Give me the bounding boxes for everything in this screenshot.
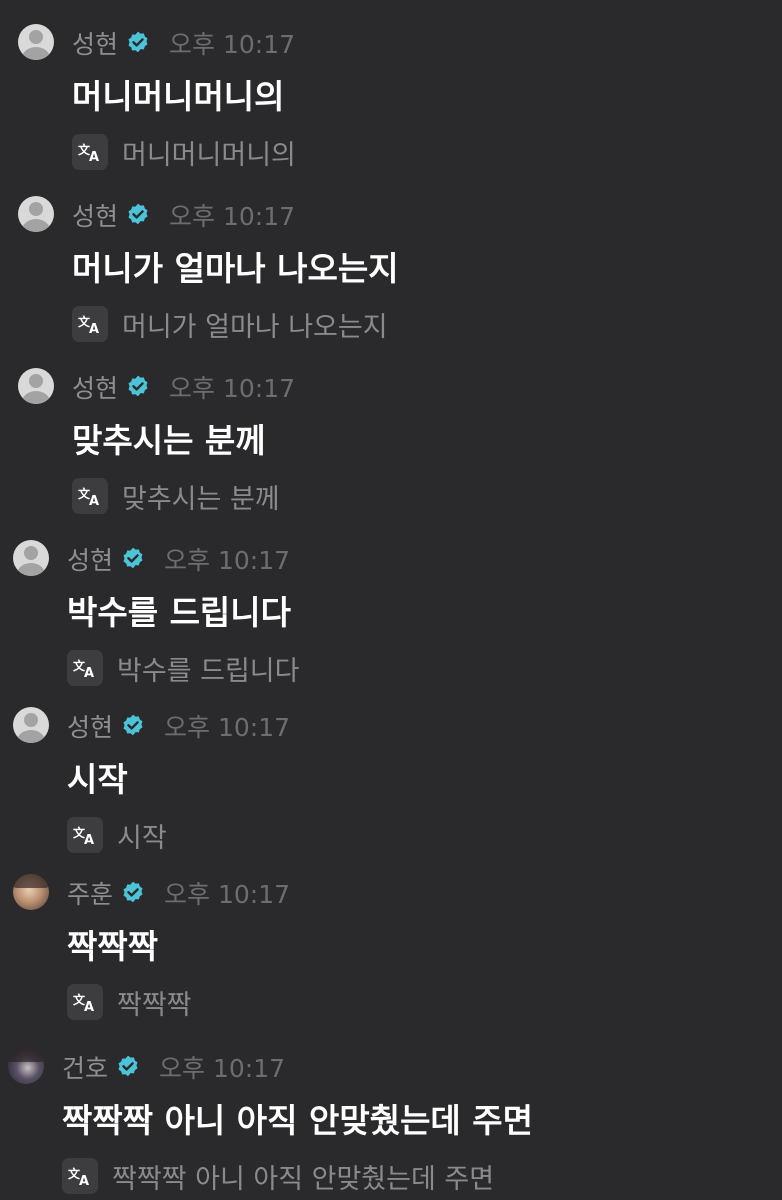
user-avatar[interactable]	[18, 24, 54, 60]
message-header: 성현 오후 10:17	[72, 26, 295, 60]
translated-text: 맞추시는 분께	[122, 483, 280, 515]
sender-name[interactable]: 건호	[62, 1049, 108, 1085]
verified-badge-icon	[118, 1055, 138, 1077]
translated-text: 짝짝짝	[117, 989, 192, 1021]
translated-text: 시작	[117, 822, 167, 854]
translation-row: 文A 짝짝짝 아니 아직 안맞췄는데 주면	[62, 1156, 494, 1196]
message-header: 성현 오후 10:17	[67, 709, 290, 743]
chat-message: 건호 오후 10:17 짝짝짝 아니 아직 안맞췄는데 주면 文A 짝짝짝 아니…	[0, 1044, 772, 1196]
user-avatar[interactable]	[18, 368, 54, 404]
sender-name[interactable]: 성현	[67, 541, 113, 577]
translation-row: 文A 머니가 얼마나 나오는지	[72, 304, 388, 344]
message-timestamp: 오후 10:17	[169, 202, 296, 231]
message-timestamp: 오후 10:17	[169, 30, 296, 59]
svg-text:A: A	[79, 1174, 89, 1187]
message-header: 성현 오후 10:17	[67, 542, 290, 576]
message-text: 머니머니머니의	[72, 77, 285, 116]
message-header: 성현 오후 10:17	[72, 198, 295, 232]
translate-icon[interactable]: 文A	[72, 134, 108, 170]
translate-icon[interactable]: 文A	[72, 306, 108, 342]
user-avatar[interactable]	[13, 540, 49, 576]
svg-text:A: A	[84, 833, 94, 846]
user-avatar[interactable]	[13, 874, 49, 910]
translated-text: 박수를 드립니다	[117, 655, 300, 687]
chat-message: 성현 오후 10:17 박수를 드립니다 文A 박수를 드립니다	[0, 536, 777, 688]
message-text: 머니가 얼마나 나오는지	[72, 249, 399, 288]
message-text: 짝짝짝 아니 아직 안맞췄는데 주면	[62, 1101, 533, 1140]
message-text: 박수를 드립니다	[67, 593, 292, 632]
verified-badge-icon	[128, 375, 148, 397]
verified-badge-icon	[128, 203, 148, 225]
translation-row: 文A 시작	[67, 815, 167, 855]
translate-icon[interactable]: 文A	[67, 650, 103, 686]
chat-message: 성현 오후 10:17 머니가 얼마나 나오는지 文A 머니가 얼마나 나오는지	[0, 192, 782, 344]
message-text: 시작	[67, 760, 128, 799]
svg-text:A: A	[84, 666, 94, 679]
sender-name[interactable]: 주훈	[67, 875, 113, 911]
verified-badge-icon	[123, 714, 143, 736]
verified-badge-icon	[123, 881, 143, 903]
verified-badge-icon	[123, 547, 143, 569]
translate-icon[interactable]: 文A	[67, 817, 103, 853]
translated-text: 머니가 얼마나 나오는지	[122, 311, 388, 343]
translation-row: 文A 머니머니머니의	[72, 132, 296, 172]
svg-text:A: A	[89, 150, 99, 163]
translated-text: 짝짝짝 아니 아직 안맞췄는데 주면	[112, 1163, 495, 1195]
user-avatar[interactable]	[13, 707, 49, 743]
translation-row: 文A 맞추시는 분께	[72, 476, 280, 516]
chat-message: 주훈 오후 10:17 짝짝짝 文A 짝짝짝	[0, 870, 777, 1022]
message-header: 건호 오후 10:17	[62, 1050, 285, 1084]
message-header: 주훈 오후 10:17	[67, 876, 290, 910]
message-timestamp: 오후 10:17	[164, 880, 291, 909]
translation-row: 文A 짝짝짝	[67, 982, 192, 1022]
message-header: 성현 오후 10:17	[72, 370, 295, 404]
svg-text:A: A	[84, 1000, 94, 1013]
svg-text:A: A	[89, 494, 99, 507]
chat-message: 성현 오후 10:17 머니머니머니의 文A 머니머니머니의	[0, 20, 782, 172]
message-timestamp: 오후 10:17	[164, 713, 291, 742]
message-text: 맞추시는 분께	[72, 421, 266, 460]
chat-message: 성현 오후 10:17 시작 文A 시작	[0, 703, 777, 855]
svg-text:A: A	[89, 322, 99, 335]
sender-name[interactable]: 성현	[72, 25, 118, 61]
translate-icon[interactable]: 文A	[72, 478, 108, 514]
message-timestamp: 오후 10:17	[169, 374, 296, 403]
sender-name[interactable]: 성현	[67, 708, 113, 744]
sender-name[interactable]: 성현	[72, 197, 118, 233]
message-text: 짝짝짝	[67, 927, 159, 966]
verified-badge-icon	[128, 31, 148, 53]
sender-name[interactable]: 성현	[72, 369, 118, 405]
message-timestamp: 오후 10:17	[164, 546, 291, 575]
translate-icon[interactable]: 文A	[67, 984, 103, 1020]
chat-message-list: 성현 오후 10:17 머니머니머니의 文A 머니머니머니의 성현 오후 10:…	[0, 0, 782, 1200]
message-timestamp: 오후 10:17	[159, 1054, 286, 1083]
translated-text: 머니머니머니의	[122, 139, 296, 171]
user-avatar[interactable]	[18, 196, 54, 232]
chat-message: 성현 오후 10:17 맞추시는 분께 文A 맞추시는 분께	[0, 364, 782, 516]
translation-row: 文A 박수를 드립니다	[67, 648, 299, 688]
translate-icon[interactable]: 文A	[62, 1158, 98, 1194]
user-avatar[interactable]	[8, 1048, 44, 1084]
